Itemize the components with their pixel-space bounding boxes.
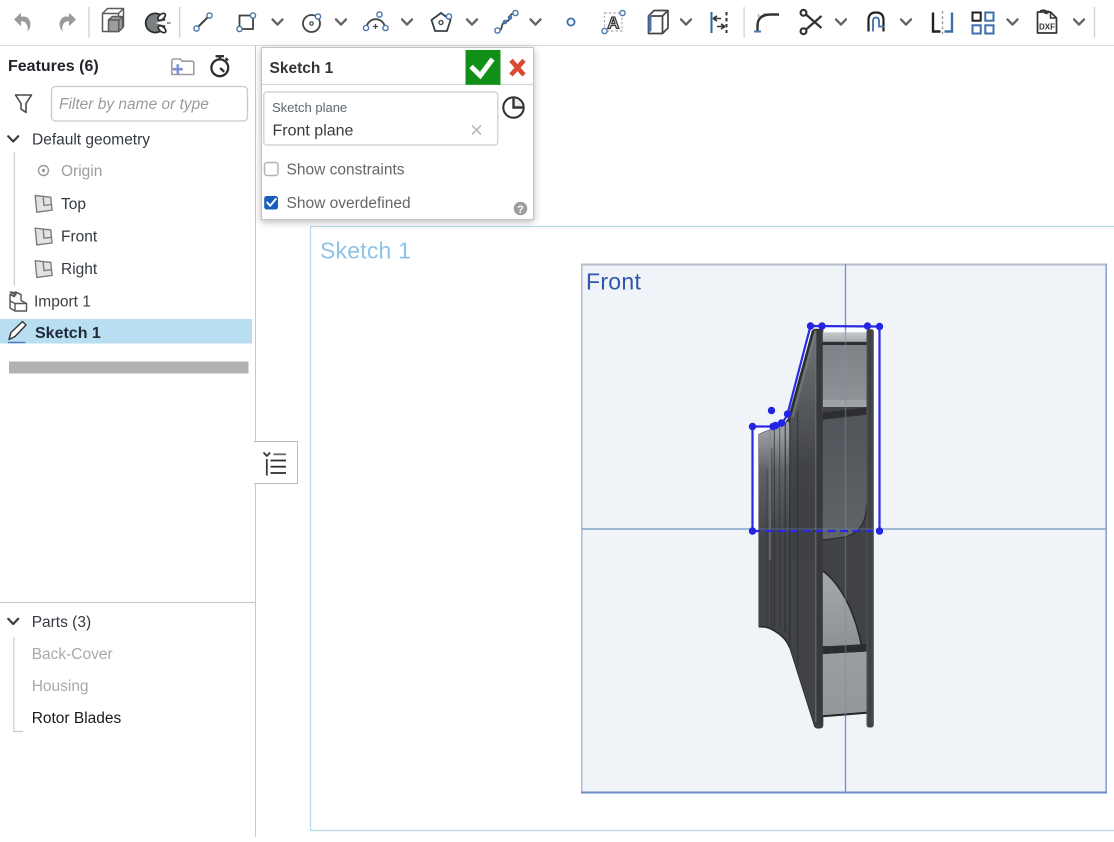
svg-text:Filter by name or type: Filter by name or type — [59, 96, 209, 113]
svg-text:Front plane: Front plane — [273, 123, 354, 140]
svg-text:?: ? — [517, 204, 524, 216]
svg-text:Front: Front — [61, 229, 98, 246]
svg-text:Show overdefined: Show overdefined — [287, 195, 411, 212]
svg-text:Origin: Origin — [61, 163, 102, 180]
svg-text:Default geometry: Default geometry — [32, 132, 150, 149]
svg-text:Right: Right — [61, 261, 98, 278]
svg-text:DXF: DXF — [1039, 23, 1055, 32]
svg-text:Back-Cover: Back-Cover — [32, 646, 113, 663]
svg-text:Import 1: Import 1 — [34, 294, 91, 311]
svg-text:A: A — [607, 15, 619, 33]
svg-text:Parts (3): Parts (3) — [32, 614, 91, 631]
svg-text:Show constraints: Show constraints — [287, 162, 405, 179]
svg-text:Sketch 1: Sketch 1 — [320, 238, 411, 264]
svg-text:Sketch 1: Sketch 1 — [270, 60, 334, 77]
svg-text:Features (6): Features (6) — [8, 58, 99, 75]
svg-text:Sketch plane: Sketch plane — [272, 100, 347, 115]
svg-text:Housing: Housing — [32, 678, 89, 695]
svg-text:Top: Top — [61, 196, 86, 213]
svg-text:Rotor Blades: Rotor Blades — [32, 710, 122, 727]
svg-text:Sketch 1: Sketch 1 — [35, 325, 101, 342]
svg-text:Front: Front — [586, 269, 641, 295]
